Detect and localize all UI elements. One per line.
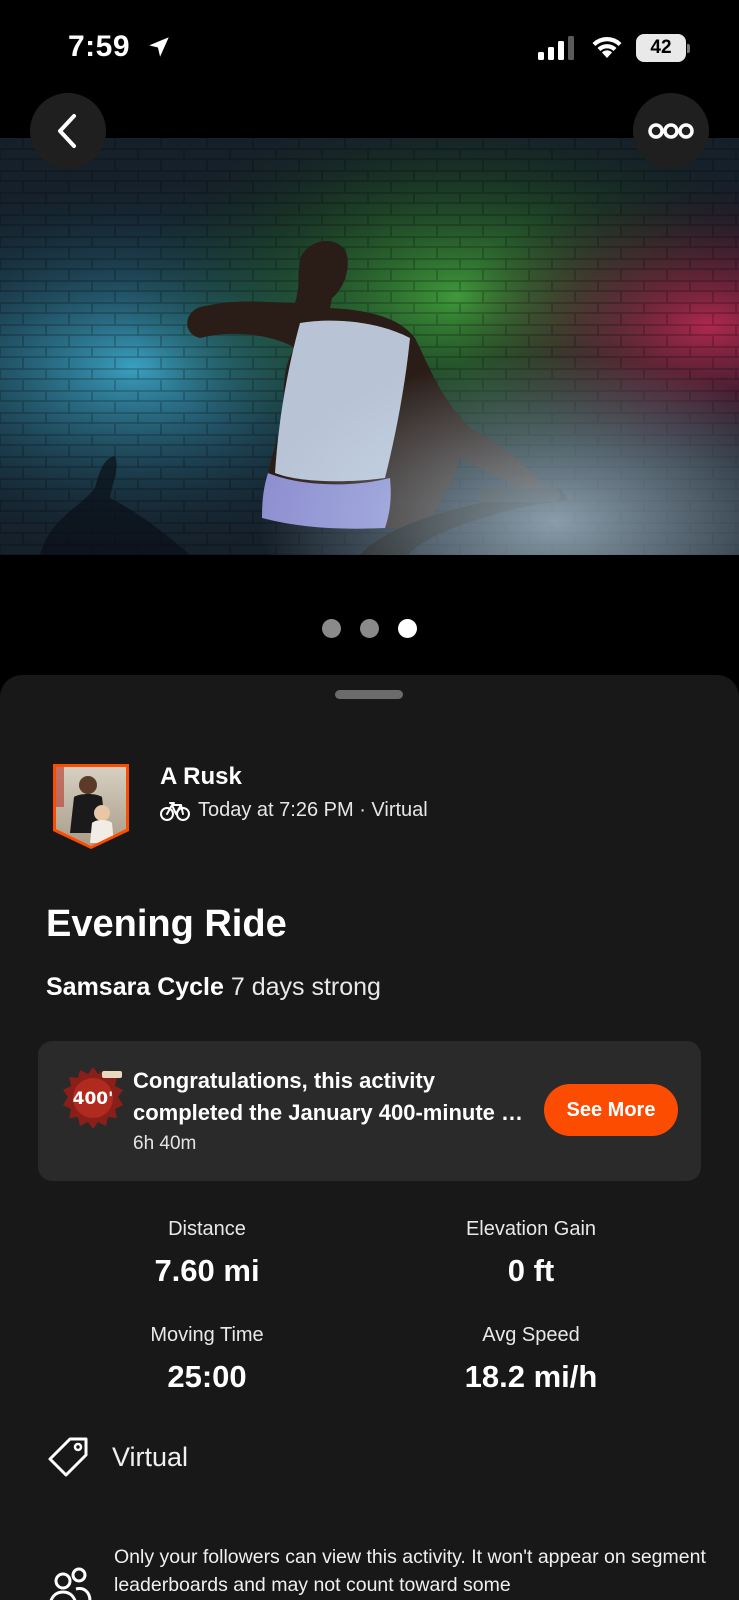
status-bar: 7:59 42 <box>0 0 739 92</box>
activity-photo-image <box>0 138 739 555</box>
activity-meta: Today at 7:26 PM · Virtual <box>160 799 428 822</box>
sheet-drag-handle[interactable] <box>335 690 403 699</box>
carousel-dot[interactable] <box>322 619 341 638</box>
privacy-text: Only your followers can view this activi… <box>114 1546 706 1596</box>
signal-icon <box>538 36 574 60</box>
carousel-dot-active[interactable] <box>398 619 417 638</box>
streak-club-name: Samsara Cycle <box>46 973 224 1001</box>
activity-photo[interactable] <box>0 138 739 555</box>
stat-moving-time: Moving Time 25:00 <box>57 1324 357 1395</box>
challenge-title-line1: Congratulations, this activity <box>133 1068 435 1093</box>
wifi-icon <box>592 36 622 58</box>
more-horizontal-icon <box>648 123 694 139</box>
tag-label: Virtual <box>112 1441 189 1472</box>
stat-avg-speed: Avg Speed 18.2 mi/h <box>381 1324 681 1395</box>
challenge-badge-icon: 400' <box>63 1067 123 1129</box>
athlete-name[interactable]: A Rusk <box>160 763 242 791</box>
challenge-badge-text: 400' <box>73 1089 114 1109</box>
challenge-title: Congratulations, this activity completed… <box>133 1065 533 1129</box>
challenge-card[interactable]: 400' Congratulations, this activity comp… <box>38 1041 701 1181</box>
carousel-indicator <box>0 619 739 638</box>
battery-level: 42 <box>636 34 686 62</box>
stat-label: Avg Speed <box>482 1324 580 1346</box>
stat-label: Moving Time <box>150 1324 264 1346</box>
athlete-avatar[interactable] <box>52 763 130 849</box>
activity-detail-sheet: A Rusk Today at 7:26 PM · Virtual Evenin… <box>0 675 739 1600</box>
challenge-title-line2: completed the January 400-minute challen… <box>133 1100 533 1125</box>
streak-text: Samsara Cycle 7 days strong <box>46 973 381 1002</box>
challenge-duration: 6h 40m <box>133 1133 197 1154</box>
back-button[interactable] <box>30 93 106 169</box>
people-icon <box>49 1567 92 1600</box>
stat-value: 7.60 mi <box>154 1253 260 1288</box>
more-options-button[interactable] <box>633 93 709 169</box>
stat-label: Distance <box>168 1218 246 1240</box>
activity-meta-text: Today at 7:26 PM · Virtual <box>198 799 428 821</box>
battery-icon: 42 <box>636 34 690 62</box>
see-more-button[interactable]: See More <box>544 1084 678 1136</box>
stat-value: 0 ft <box>507 1253 555 1288</box>
bike-icon <box>160 801 190 821</box>
activity-title: Evening Ride <box>46 903 287 945</box>
stat-label: Elevation Gain <box>465 1218 597 1240</box>
carousel-dot[interactable] <box>360 619 379 638</box>
chevron-left-icon <box>58 114 76 148</box>
stat-value: 18.2 mi/h <box>464 1359 598 1394</box>
stat-distance: Distance 7.60 mi <box>57 1218 357 1289</box>
stat-value: 25:00 <box>167 1359 247 1394</box>
tag-icon <box>48 1437 88 1477</box>
activity-tag: Virtual <box>46 1435 188 1479</box>
stat-elevation-gain: Elevation Gain 0 ft <box>381 1218 681 1289</box>
status-time: 7:59 <box>68 30 131 63</box>
location-arrow-icon <box>149 37 169 57</box>
streak-detail: 7 days strong <box>223 973 381 1001</box>
